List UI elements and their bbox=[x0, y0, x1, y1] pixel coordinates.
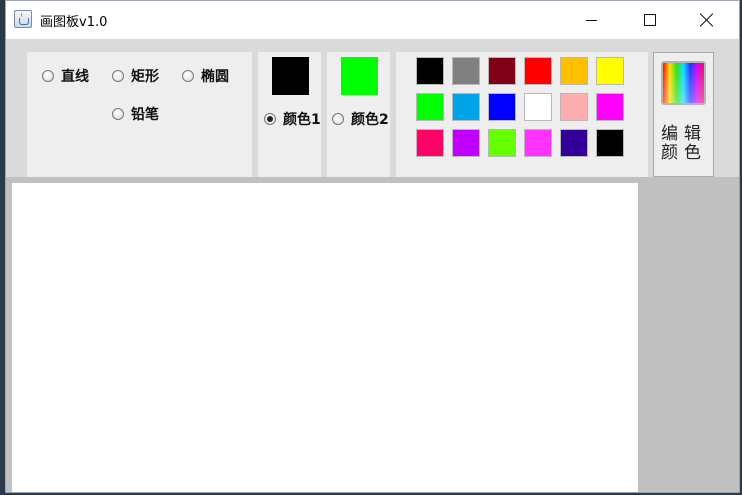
radio-circle-icon bbox=[112, 70, 124, 82]
palette-swatch[interactable] bbox=[488, 129, 516, 157]
palette-swatch[interactable] bbox=[416, 57, 444, 85]
close-button[interactable] bbox=[683, 1, 729, 39]
color-spectrum-icon bbox=[661, 61, 706, 105]
palette-swatch[interactable] bbox=[416, 93, 444, 121]
palette-swatch[interactable] bbox=[452, 57, 480, 85]
color2-radio[interactable]: 颜色2 bbox=[332, 109, 389, 129]
toolbar: 直线 矩形 椭圆 铅笔 颜色1 颜色2 编辑颜色 bbox=[6, 39, 739, 177]
color-palette bbox=[396, 52, 648, 177]
tool-oval-radio[interactable]: 椭圆 bbox=[182, 66, 229, 86]
palette-swatch[interactable] bbox=[596, 129, 624, 157]
tool-line-label: 直线 bbox=[61, 69, 89, 85]
color1-radio[interactable]: 颜色1 bbox=[264, 109, 321, 129]
palette-swatch[interactable] bbox=[452, 93, 480, 121]
minimize-icon bbox=[586, 20, 597, 21]
app-window: 画图板v1.0 直线 矩形 椭圆 铅笔 颜色1 颜色2 编辑颜色 bbox=[5, 0, 740, 493]
color1-swatch[interactable] bbox=[272, 57, 309, 95]
radio-selected-icon bbox=[264, 113, 276, 125]
minimize-button[interactable] bbox=[569, 1, 615, 39]
radio-circle-icon bbox=[112, 108, 124, 120]
canvas-area bbox=[6, 177, 739, 492]
palette-swatch[interactable] bbox=[560, 129, 588, 157]
color2-label: 颜色2 bbox=[351, 112, 389, 128]
window-title: 画图板v1.0 bbox=[40, 15, 108, 30]
edit-colors-button[interactable]: 编辑颜色 bbox=[653, 52, 714, 177]
drawing-canvas[interactable] bbox=[12, 183, 638, 492]
radio-circle-icon bbox=[332, 113, 344, 125]
color2-swatch[interactable] bbox=[341, 57, 378, 95]
tool-line-radio[interactable]: 直线 bbox=[42, 66, 89, 86]
palette-swatch[interactable] bbox=[524, 129, 552, 157]
maximize-button[interactable] bbox=[626, 1, 672, 39]
tool-rect-radio[interactable]: 矩形 bbox=[112, 66, 159, 86]
palette-swatch[interactable] bbox=[524, 93, 552, 121]
java-app-icon[interactable] bbox=[14, 10, 32, 28]
edit-colors-label: 编辑颜色 bbox=[661, 124, 707, 163]
palette-swatch[interactable] bbox=[596, 93, 624, 121]
palette-swatch[interactable] bbox=[488, 93, 516, 121]
tool-rect-label: 矩形 bbox=[131, 69, 159, 85]
color1-panel: 颜色1 bbox=[258, 52, 321, 177]
color1-label: 颜色1 bbox=[283, 112, 321, 128]
palette-swatch[interactable] bbox=[596, 57, 624, 85]
palette-swatch[interactable] bbox=[560, 93, 588, 121]
close-icon bbox=[699, 12, 715, 28]
palette-swatch[interactable] bbox=[416, 129, 444, 157]
title-bar[interactable]: 画图板v1.0 bbox=[6, 1, 739, 39]
color2-panel: 颜色2 bbox=[327, 52, 390, 177]
palette-swatch[interactable] bbox=[452, 129, 480, 157]
maximize-icon bbox=[644, 14, 656, 26]
radio-circle-icon bbox=[42, 70, 54, 82]
palette-swatch[interactable] bbox=[524, 57, 552, 85]
tool-pencil-label: 铅笔 bbox=[131, 107, 159, 123]
shape-tools-panel: 直线 矩形 椭圆 铅笔 bbox=[27, 52, 252, 177]
tool-oval-label: 椭圆 bbox=[201, 69, 229, 85]
palette-swatch[interactable] bbox=[560, 57, 588, 85]
radio-circle-icon bbox=[182, 70, 194, 82]
tool-pencil-radio[interactable]: 铅笔 bbox=[112, 104, 159, 124]
palette-swatch[interactable] bbox=[488, 57, 516, 85]
